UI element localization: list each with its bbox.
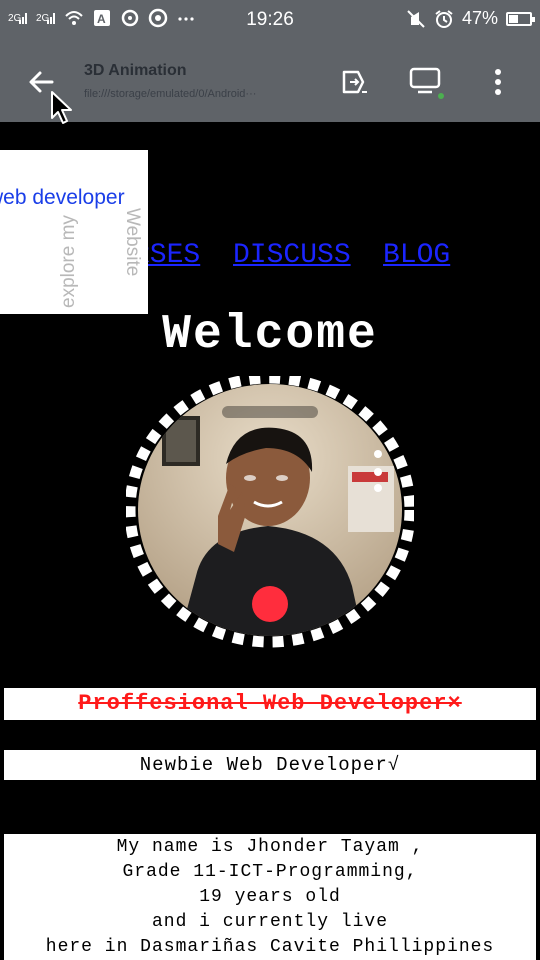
battery-icon — [506, 11, 535, 26]
page-title: 3D Animation — [84, 62, 187, 79]
browser-toolbar: 3D Animation file:///storage/emulated/0/… — [0, 40, 540, 122]
battery-level-fill — [509, 14, 518, 23]
newbie-title-box: Newbie Web Developer√ — [4, 750, 536, 780]
cast-icon[interactable] — [408, 64, 444, 100]
status-right-icons: 47% — [406, 8, 535, 29]
nav-link-discuss[interactable]: DISCUSS — [233, 240, 351, 271]
battery-percent: 47% — [461, 8, 498, 28]
bio-line: My name is Jhonder Tayam , — [116, 837, 424, 857]
page-url[interactable]: file:///storage/emulated/0/Android··· — [84, 88, 294, 100]
bio-line: and i currently live — [151, 912, 389, 932]
bio-line: 19 years old — [199, 887, 341, 907]
welcome-heading: Welcome — [162, 308, 378, 362]
floating-card[interactable]: web developer Website explore my — [0, 150, 148, 314]
status-bar: 2G 2G A 19:26 47% — [0, 0, 540, 40]
bio-line: here in Dasmariñas Cavite Phillippines — [45, 937, 495, 957]
external-open-icon[interactable] — [336, 64, 372, 100]
struck-title-box: Proffesional Web Developer× — [4, 688, 536, 720]
card-vertical-text: Website — [122, 208, 143, 277]
menu-icon[interactable] — [480, 64, 516, 100]
mute-icon — [407, 9, 425, 28]
alarm-icon — [435, 9, 453, 28]
card-vertical-text: explore my — [58, 215, 79, 308]
web-page: RSES DISCUSS BLOG web developer Website … — [0, 122, 540, 960]
profile-photo — [126, 376, 414, 648]
nav-link-blog[interactable]: BLOG — [383, 240, 450, 271]
card-label: web developer — [0, 186, 125, 209]
screen: 2G 2G A 19:26 47% 3D Animation file:///s… — [0, 0, 540, 960]
bio-line: Grade 11-ICT-Programming, — [122, 862, 418, 882]
bio-box: My name is Jhonder Tayam , Grade 11-ICT-… — [4, 834, 536, 960]
mouse-cursor-icon — [51, 91, 72, 124]
